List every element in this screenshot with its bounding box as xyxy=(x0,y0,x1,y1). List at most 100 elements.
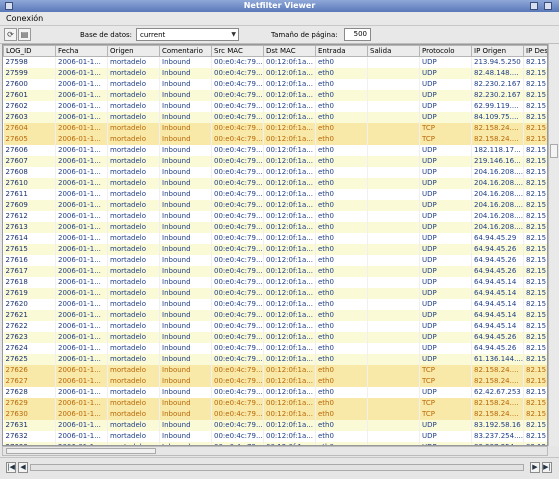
column-header[interactable]: Dst MAC xyxy=(263,45,316,57)
column-header[interactable]: Protocolo xyxy=(419,45,472,57)
column-header[interactable]: IP Origen xyxy=(471,45,524,57)
table-cell: UDP xyxy=(419,232,472,244)
table-cell xyxy=(367,419,420,431)
table-row[interactable]: 27610 2006-01-1... mortadelo Inbound 00:e0:4… xyxy=(3,177,547,189)
table-cell: mortadelo xyxy=(107,56,160,68)
table-row[interactable]: 27614 2006-01-1... mortadelo Inbound 00:e0:4… xyxy=(3,232,547,244)
minimize-icon[interactable] xyxy=(530,2,538,10)
table-cell: 64.94.45.14 xyxy=(471,276,524,288)
window-menu-icon[interactable] xyxy=(5,2,13,10)
horizontal-scrollbar[interactable] xyxy=(2,446,548,456)
prev-page-icon[interactable]: ◀ xyxy=(18,462,28,473)
close-icon[interactable] xyxy=(544,2,552,10)
table-cell: UDP xyxy=(419,89,472,101)
table-row[interactable]: 27620 2006-01-1... mortadelo Inbound 00:e0:4… xyxy=(3,298,547,310)
table-cell: 27616 xyxy=(3,254,56,266)
table-row[interactable]: 27628 2006-01-1... mortadelo Inbound 00:e0:4… xyxy=(3,386,547,398)
table-cell: 00:12:0f:1a... xyxy=(263,67,316,79)
table-cell xyxy=(367,166,420,178)
table-row[interactable]: 27612 2006-01-1... mortadelo Inbound 00:e0:4… xyxy=(3,210,547,222)
page-track[interactable] xyxy=(30,464,524,471)
table-cell: 82.15 xyxy=(523,133,547,145)
table-cell: Inbound xyxy=(159,408,212,420)
column-header[interactable]: Origen xyxy=(107,45,160,57)
table-cell: 2006-01-1... xyxy=(55,89,108,101)
next-page-icon[interactable]: ▶ xyxy=(530,462,540,473)
table-row[interactable]: 27602 2006-01-1... mortadelo Inbound 00:e0:4… xyxy=(3,100,547,112)
table-cell: UDP xyxy=(419,320,472,332)
refresh-icon[interactable]: ⟳ xyxy=(4,28,17,41)
column-header[interactable]: Src MAC xyxy=(211,45,264,57)
table-row[interactable]: 27622 2006-01-1... mortadelo Inbound 00:e0:4… xyxy=(3,320,547,332)
table-row[interactable]: 27627 2006-01-1... mortadelo Inbound 00:e0:4… xyxy=(3,375,547,387)
table-cell: 2006-01-1... xyxy=(55,375,108,387)
table-row[interactable]: 27618 2006-01-1... mortadelo Inbound 00:e0:4… xyxy=(3,276,547,288)
table-cell: eth0 xyxy=(315,309,368,321)
table-row[interactable]: 27630 2006-01-1... mortadelo Inbound 00:e0:4… xyxy=(3,408,547,420)
table-icon[interactable]: ▤ xyxy=(18,28,31,41)
table-cell: 2006-01-1... xyxy=(55,221,108,233)
table-row[interactable]: 27603 2006-01-1... mortadelo Inbound 00:e0:4… xyxy=(3,111,547,123)
column-header[interactable]: Entrada xyxy=(315,45,368,57)
table-row[interactable]: 27600 2006-01-1... mortadelo Inbound 00:e0:4… xyxy=(3,78,547,90)
table-cell: mortadelo xyxy=(107,243,160,255)
table-row[interactable]: 27625 2006-01-1... mortadelo Inbound 00:e0:4… xyxy=(3,353,547,365)
table-cell xyxy=(367,254,420,266)
column-header[interactable]: Comentario xyxy=(159,45,212,57)
table-row[interactable]: 27611 2006-01-1... mortadelo Inbound 00:e0:4… xyxy=(3,188,547,200)
table-row[interactable]: 27613 2006-01-1... mortadelo Inbound 00:e0:4… xyxy=(3,221,547,233)
table-row[interactable]: 27632 2006-01-1... mortadelo Inbound 00:e0:4… xyxy=(3,430,547,442)
table-cell xyxy=(367,397,420,409)
table-row[interactable]: 27615 2006-01-1... mortadelo Inbound 00:e0:4… xyxy=(3,243,547,255)
table-row[interactable]: 27605 2006-01-1... mortadelo Inbound 00:e0:4… xyxy=(3,133,547,145)
table-cell: 27620 xyxy=(3,298,56,310)
table-row[interactable]: 27609 2006-01-1... mortadelo Inbound 00:e0:4… xyxy=(3,199,547,211)
table-row[interactable]: 27617 2006-01-1... mortadelo Inbound 00:e0:4… xyxy=(3,265,547,277)
table-cell: UDP xyxy=(419,331,472,343)
table-row[interactable]: 27608 2006-01-1... mortadelo Inbound 00:e0:4… xyxy=(3,166,547,178)
table-cell: 00:12:0f:1a... xyxy=(263,78,316,90)
first-page-icon[interactable]: |◀ xyxy=(6,462,16,473)
table-row[interactable]: 27623 2006-01-1... mortadelo Inbound 00:e0:4… xyxy=(3,331,547,343)
table-row[interactable]: 27599 2006-01-1... mortadelo Inbound 00:e0:4… xyxy=(3,67,547,79)
table-row[interactable]: 27619 2006-01-1... mortadelo Inbound 00:e0:4… xyxy=(3,287,547,299)
table-row[interactable]: 27616 2006-01-1... mortadelo Inbound 00:e0:4… xyxy=(3,254,547,266)
table-row[interactable]: 27626 2006-01-1... mortadelo Inbound 00:e0:4… xyxy=(3,364,547,376)
table-cell: Inbound xyxy=(159,386,212,398)
table-cell: 82.48.148.... xyxy=(471,67,524,79)
table-cell: Inbound xyxy=(159,287,212,299)
table-cell: 00:e0:4c:79... xyxy=(211,221,264,233)
last-page-icon[interactable]: ▶| xyxy=(542,462,552,473)
table-row[interactable]: 27631 2006-01-1... mortadelo Inbound 00:e0:4… xyxy=(3,419,547,431)
table-cell: 27602 xyxy=(3,100,56,112)
table-row[interactable]: 27624 2006-01-1... mortadelo Inbound 00:e0:4… xyxy=(3,342,547,354)
table-cell: 00:12:0f:1a... xyxy=(263,342,316,354)
table-row[interactable]: 27604 2006-01-1... mortadelo Inbound 00:e0:4… xyxy=(3,122,547,134)
table-cell: UDP xyxy=(419,100,472,112)
vertical-scrollbar[interactable] xyxy=(548,44,559,446)
table-row[interactable]: 27601 2006-01-1... mortadelo Inbound 00:e0:4… xyxy=(3,89,547,101)
column-header[interactable]: IP Des xyxy=(523,45,547,57)
column-header[interactable]: Fecha xyxy=(55,45,108,57)
table-row[interactable]: 27607 2006-01-1... mortadelo Inbound 00:e0:4… xyxy=(3,155,547,167)
table-cell: 82.158.24.... xyxy=(471,397,524,409)
horizontal-scroll-thumb[interactable] xyxy=(6,448,156,454)
table-cell: Inbound xyxy=(159,265,212,277)
column-header[interactable]: Salida xyxy=(367,45,420,57)
vertical-scroll-thumb[interactable] xyxy=(550,144,558,158)
table-row[interactable]: 27621 2006-01-1... mortadelo Inbound 00:e0:4… xyxy=(3,309,547,321)
table-cell: UDP xyxy=(419,419,472,431)
table-row[interactable]: 27598 2006-01-1... mortadelo Inbound 00:e0:4… xyxy=(3,56,547,68)
table-cell: 2006-01-1... xyxy=(55,188,108,200)
page-size-input[interactable]: 500 xyxy=(344,28,371,41)
table-cell: mortadelo xyxy=(107,276,160,288)
table-cell: 00:e0:4c:79... xyxy=(211,276,264,288)
table-row[interactable]: 27629 2006-01-1... mortadelo Inbound 00:e0:4… xyxy=(3,397,547,409)
menu-conexion[interactable]: Conexión xyxy=(6,14,43,23)
table-cell xyxy=(367,144,420,156)
column-header[interactable]: LOG_ID xyxy=(3,45,56,57)
table-cell: 2006-01-1... xyxy=(55,166,108,178)
table-row[interactable]: 27606 2006-01-1... mortadelo Inbound 00:e0:4… xyxy=(3,144,547,156)
chevron-down-icon: ▼ xyxy=(231,31,236,38)
db-select[interactable]: current ▼ xyxy=(136,28,239,41)
